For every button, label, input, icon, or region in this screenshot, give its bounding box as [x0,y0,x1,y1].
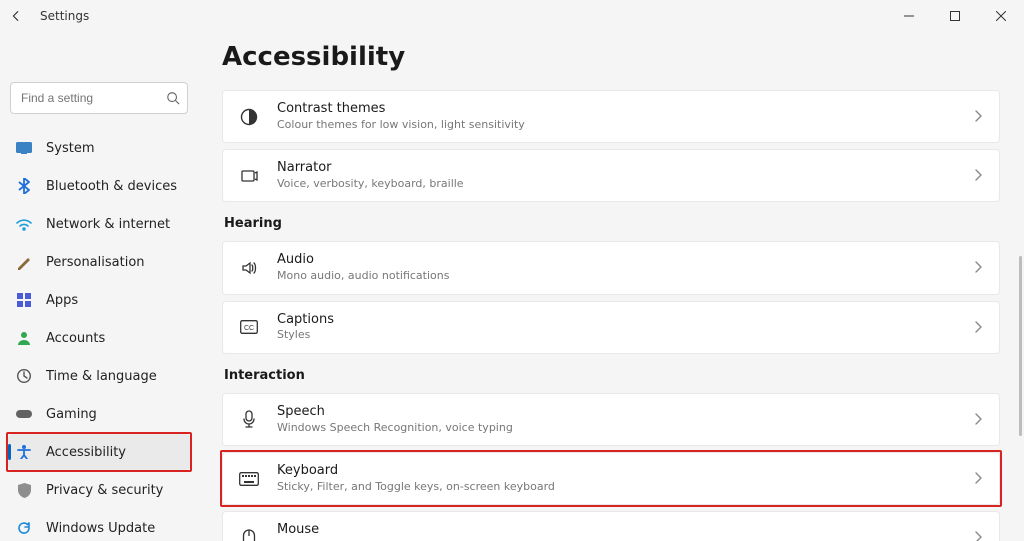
setting-row-contrast[interactable]: Contrast themesColour themes for low vis… [223,91,999,142]
sidebar-item-apps[interactable]: Apps [8,282,190,318]
setting-row-text: CaptionsStyles [277,312,955,343]
sidebar-item-accessibility[interactable]: Accessibility [8,434,190,470]
sidebar-item-label: Network & internet [46,217,170,232]
setting-row-subtitle: Windows Speech Recognition, voice typing [277,421,955,435]
sidebar-item-label: Bluetooth & devices [46,179,177,194]
setting-row-keyboard[interactable]: KeyboardSticky, Filter, and Toggle keys,… [223,453,999,504]
chevron-right-icon [973,528,983,541]
chevron-right-icon [973,166,983,185]
setting-row-title: Narrator [277,160,955,177]
setting-row-title: Captions [277,312,955,329]
setting-row-title: Keyboard [277,463,955,480]
setting-row-subtitle: Voice, verbosity, keyboard, braille [277,177,955,191]
sidebar-item-update[interactable]: Windows Update [8,510,190,541]
sidebar-item-label: Apps [46,293,78,308]
setting-row-subtitle: Colour themes for low vision, light sens… [277,118,955,132]
sidebar-item-personalise[interactable]: Personalisation [8,244,190,280]
search-input[interactable] [10,82,188,114]
sidebar: System Bluetooth & devices Network & inter… [0,32,198,541]
setting-row-text: MouseMouse keys, speed, acceleration [277,522,955,541]
app-title: Settings [40,9,89,23]
setting-row-text: NarratorVoice, verbosity, keyboard, brai… [277,160,955,191]
sidebar-item-label: System [46,141,94,156]
privacy-icon [16,482,32,498]
sidebar-item-bluetooth[interactable]: Bluetooth & devices [8,168,190,204]
scrollbar[interactable] [1019,256,1022,436]
sidebar-item-label: Privacy & security [46,483,163,498]
nav-list: System Bluetooth & devices Network & inter… [8,130,190,541]
back-button[interactable] [6,6,26,26]
accounts-icon [16,330,32,346]
search-icon [166,90,180,109]
sidebar-item-privacy[interactable]: Privacy & security [8,472,190,508]
setting-row-text: SpeechWindows Speech Recognition, voice … [277,404,955,435]
sidebar-item-label: Personalisation [46,255,145,270]
chevron-right-icon [973,410,983,429]
setting-row-subtitle: Mono audio, audio notifications [277,269,955,283]
sidebar-item-system[interactable]: System [8,130,190,166]
section-title: Interaction [224,368,998,383]
sidebar-item-accounts[interactable]: Accounts [8,320,190,356]
setting-row-text: KeyboardSticky, Filter, and Toggle keys,… [277,463,955,494]
chevron-right-icon [973,107,983,126]
speech-icon [239,409,259,429]
update-icon [16,520,32,536]
personalise-icon [16,254,32,270]
setting-row-text: Contrast themesColour themes for low vis… [277,101,955,132]
audio-icon [239,258,259,278]
sidebar-item-time[interactable]: Time & language [8,358,190,394]
search-wrap [10,82,188,114]
sidebar-item-gaming[interactable]: Gaming [8,396,190,432]
setting-row-subtitle: Styles [277,328,955,342]
sidebar-item-label: Accounts [46,331,105,346]
captions-icon: CC [239,317,259,337]
setting-row-title: Mouse [277,522,955,539]
bluetooth-icon [16,178,32,194]
svg-text:CC: CC [244,325,254,332]
setting-row-narrator[interactable]: NarratorVoice, verbosity, keyboard, brai… [223,150,999,201]
chevron-right-icon [973,258,983,277]
page-title: Accessibility [222,42,1000,72]
main-content: Accessibility Contrast themesColour them… [198,32,1024,541]
setting-row-audio[interactable]: AudioMono audio, audio notifications [223,242,999,293]
system-icon [16,140,32,156]
setting-row-subtitle: Sticky, Filter, and Toggle keys, on-scre… [277,480,955,494]
setting-row-title: Contrast themes [277,101,955,118]
minimize-button[interactable] [886,0,932,32]
close-button[interactable] [978,0,1024,32]
setting-row-speech[interactable]: SpeechWindows Speech Recognition, voice … [223,394,999,445]
setting-row-mouse[interactable]: MouseMouse keys, speed, acceleration [223,512,999,541]
chevron-right-icon [973,469,983,488]
maximize-button[interactable] [932,0,978,32]
sidebar-item-label: Accessibility [46,445,126,460]
apps-icon [16,292,32,308]
accessibility-icon [16,444,32,460]
network-icon [16,216,32,232]
time-icon [16,368,32,384]
setting-row-title: Audio [277,252,955,269]
narrator-icon [239,166,259,186]
setting-row-title: Speech [277,404,955,421]
mouse-icon [239,528,259,541]
gaming-icon [16,406,32,422]
section-title: Hearing [224,216,998,231]
chevron-right-icon [973,318,983,337]
contrast-icon [239,107,259,127]
sidebar-item-label: Time & language [46,369,157,384]
titlebar: Settings [0,0,1024,32]
sidebar-item-label: Windows Update [46,521,155,536]
keyboard-icon [239,469,259,489]
setting-row-captions[interactable]: CC CaptionsStyles [223,302,999,353]
sidebar-item-network[interactable]: Network & internet [8,206,190,242]
sidebar-item-label: Gaming [46,407,97,422]
setting-row-text: AudioMono audio, audio notifications [277,252,955,283]
